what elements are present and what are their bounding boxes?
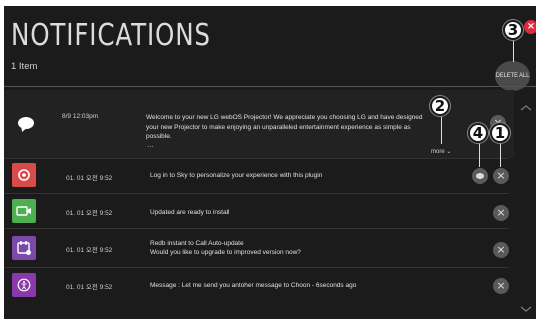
more-link[interactable]: more ⌄ [431, 148, 451, 155]
close-notification-button[interactable]: × [493, 278, 509, 294]
close-notification-button[interactable]: × [493, 242, 509, 258]
notification-time: 01. 01 오전 9:52 [66, 247, 113, 254]
callout-4: 4 [468, 123, 488, 143]
notification-message: Redb instant to Call Auto-update Would y… [150, 240, 301, 256]
gear-icon [18, 169, 30, 181]
notification-message: Message : Let me send you antoher messag… [150, 282, 357, 289]
notification-time: 01. 01 오전 9:52 [66, 210, 113, 217]
scroll-up-button[interactable] [519, 103, 533, 113]
accessibility-app-icon [12, 273, 36, 297]
close-notification-button[interactable]: × [493, 168, 509, 184]
update-app-icon [12, 199, 36, 223]
item-count: 1 Item [11, 61, 38, 72]
notification-row-sky[interactable]: 01. 01 오전 9:52 Log in to Sky to personal… [4, 159, 514, 193]
accessibility-icon [17, 278, 31, 292]
notification-message: Updated are ready to install [150, 209, 230, 216]
chat-icon [18, 117, 34, 129]
notification-time: 01. 01 오전 9:52 [66, 284, 113, 291]
callout-2-pointer [441, 114, 442, 144]
callout-1: 1 [490, 123, 510, 143]
notification-time: 8/9 12:03pm [62, 113, 99, 120]
calendar-icon [17, 241, 31, 255]
notification-message: Log in to Sky to personalize your experi… [150, 172, 323, 179]
scroll-down-button[interactable] [519, 304, 533, 314]
sky-app-icon [12, 163, 36, 187]
close-icon[interactable]: × [524, 20, 536, 34]
callout-2: 2 [430, 96, 450, 116]
notification-row-update[interactable]: 01. 01 오전 9:52 Updated are ready to inst… [4, 194, 514, 228]
header: NOTIFICATIONS 1 Item DELETE ALL [4, 6, 536, 91]
chevron-down-icon [520, 306, 532, 312]
calendar-app-icon [12, 236, 36, 260]
callout-1-pointer [500, 141, 501, 167]
page-title: NOTIFICATIONS [11, 18, 211, 53]
callout-3-pointer [513, 40, 514, 62]
video-update-icon [16, 206, 31, 216]
message-ellipsis: ... [147, 140, 154, 149]
chevron-up-icon [520, 105, 532, 111]
header-divider [4, 86, 536, 87]
notifications-screen: NOTIFICATIONS 1 Item DELETE ALL 8/9 12:0… [4, 6, 536, 319]
notification-row-auto-update[interactable]: 01. 01 오전 9:52 Redb instant to Call Auto… [4, 229, 514, 267]
notification-message: Welcome to your new LG webOS Projector! … [146, 114, 423, 140]
callout-3: 3 [503, 20, 523, 40]
callout-4-pointer [479, 141, 480, 167]
close-notification-button[interactable]: × [493, 205, 509, 221]
mute-notification-button[interactable] [472, 168, 488, 184]
notification-row-message[interactable]: 01. 01 오전 9:52 Message : Let me send you… [4, 268, 514, 302]
notification-time: 01. 01 오전 9:52 [66, 175, 113, 182]
